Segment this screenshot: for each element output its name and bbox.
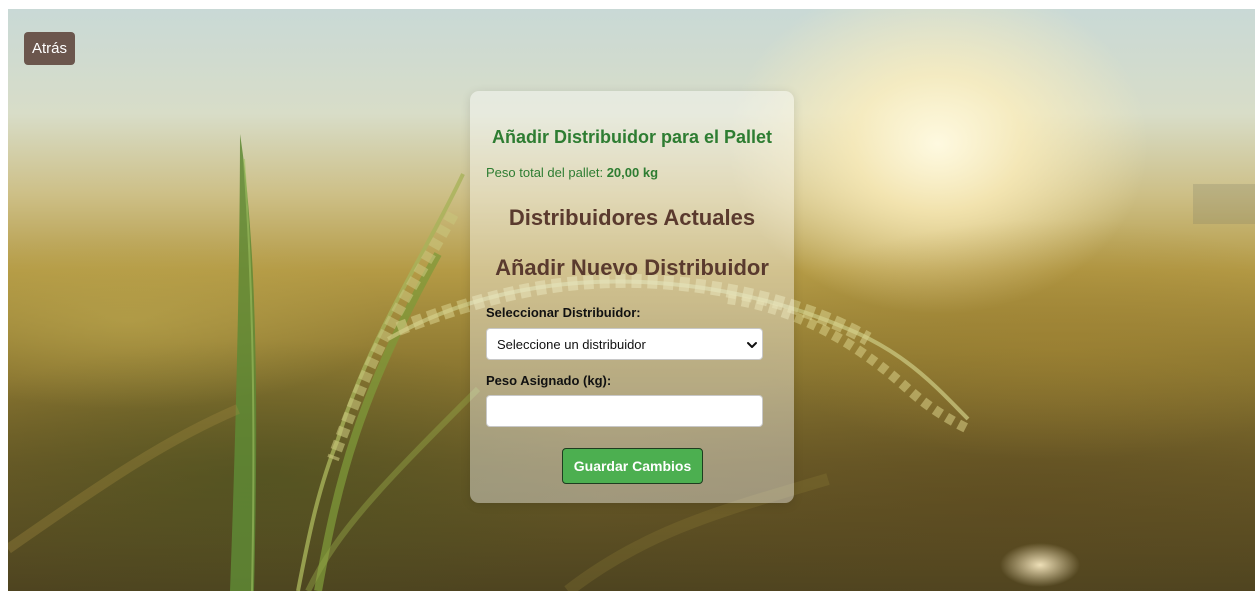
back-button[interactable]: Atrás — [24, 32, 75, 65]
save-changes-button[interactable]: Guardar Cambios — [562, 448, 703, 484]
new-distributor-heading: Añadir Nuevo Distribuidor — [495, 255, 769, 280]
chevron-down-icon — [747, 342, 757, 348]
distributor-select[interactable]: Seleccione un distribuidor — [486, 328, 763, 360]
assigned-weight-input[interactable] — [486, 395, 763, 427]
current-distributors-heading: Distribuidores Actuales — [508, 205, 756, 230]
form-title: Añadir Distribuidor para el Pallet — [491, 127, 773, 147]
pallet-total-weight: Peso total del pallet: 20,00 kg — [486, 165, 658, 181]
assigned-weight-label: Peso Asignado (kg): — [486, 373, 612, 388]
pallet-weight-label: Peso total del pallet: — [486, 165, 607, 180]
distributor-select-label: Seleccionar Distribuidor: — [486, 305, 641, 320]
add-distributor-form: Añadir Distribuidor para el Pallet Peso … — [470, 91, 794, 503]
distributor-select-value: Seleccione un distribuidor — [497, 337, 646, 352]
pallet-weight-value: 20,00 kg — [606, 165, 659, 180]
